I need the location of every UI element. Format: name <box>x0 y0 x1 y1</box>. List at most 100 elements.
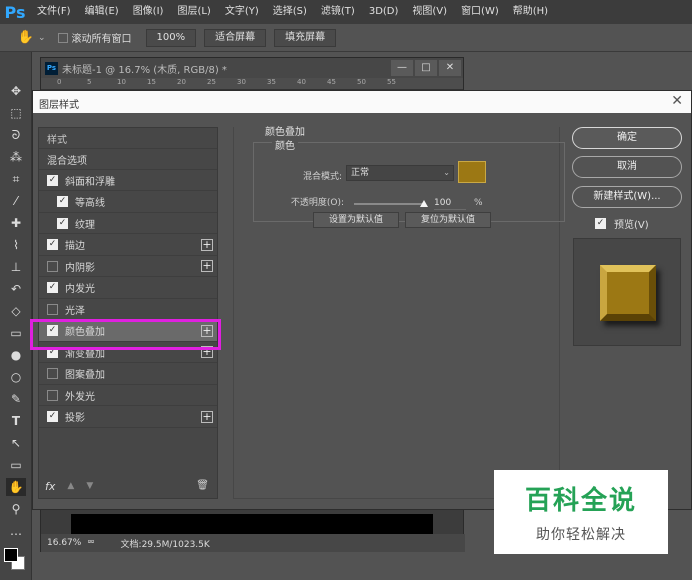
style-item[interactable]: ✓ 等高线 <box>39 192 217 213</box>
style-item[interactable]: ✓ 斜面和浮雕 <box>39 170 217 191</box>
style-item-checkbox[interactable]: ✓ <box>47 411 58 422</box>
menu-item[interactable]: 图层(L) <box>170 0 217 24</box>
menu-item[interactable]: 文件(F) <box>30 0 78 24</box>
scroll-all-windows-checkbox[interactable] <box>57 32 68 43</box>
preview-check-box[interactable]: ✓ <box>595 218 606 229</box>
move-down-icon[interactable]: ▼ <box>86 481 93 491</box>
set-default-button[interactable]: 设置为默认值 <box>313 212 399 228</box>
color-overlay-settings: 颜色叠加 颜色 混合模式: 正常 ⌄ 不透明度(O): 100 % 设置为默认值… <box>243 127 565 499</box>
opacity-unit: % <box>474 198 483 208</box>
healing-brush-tool-icon[interactable]: ✚ <box>6 214 26 232</box>
layer-style-dialog: 图层样式 ✕ 样式 混合选项 ✓ 斜面和浮雕 ✓ 等高线 ✓ 纹理 ✓ 描边 + 内阴影 + ✓ 内发光… <box>32 90 692 510</box>
type-tool-icon[interactable]: T <box>6 412 26 430</box>
menu-item[interactable]: 滤镜(T) <box>314 0 362 24</box>
style-item-checkbox[interactable] <box>47 260 58 272</box>
hand-tool-icon[interactable]: ✋ <box>18 30 34 46</box>
style-item-checkbox[interactable] <box>47 368 58 379</box>
dodge-tool-icon[interactable]: ○ <box>6 368 26 386</box>
add-effect-icon[interactable]: + <box>201 410 213 423</box>
new-style-button[interactable]: 新建样式(W)... <box>572 186 682 208</box>
maximize-icon[interactable]: □ <box>415 60 437 76</box>
eyedropper-tool-icon[interactable]: ⁄ <box>6 192 26 210</box>
gradient-tool-icon[interactable]: ▭ <box>6 324 26 342</box>
shape-tool-icon[interactable]: ▭ <box>6 456 26 474</box>
zoom-tool-icon[interactable]: ⚲ <box>6 500 26 518</box>
style-item-label: 斜面和浮雕 <box>65 176 115 188</box>
blur-tool-icon[interactable]: ● <box>6 346 26 364</box>
dialog-title: 图层样式 <box>39 100 79 111</box>
style-item-checkbox[interactable]: ✓ <box>47 239 58 250</box>
crop-tool-icon[interactable]: ⌗ <box>6 170 26 188</box>
style-item[interactable]: 图案叠加 <box>39 364 217 385</box>
preview-label: 预览(V) <box>614 220 649 231</box>
add-effect-icon[interactable]: + <box>201 238 213 251</box>
status-doc-size: 文档:29.5M/1023.5K <box>120 539 210 550</box>
style-item-checkbox[interactable]: ✓ <box>47 282 58 293</box>
lasso-tool-icon[interactable]: ᘐ <box>6 126 26 144</box>
ok-button[interactable]: 确定 <box>572 127 682 149</box>
horizontal-ruler: 0 5 10 15 20 25 30 35 40 45 50 55 <box>41 78 463 90</box>
hand-tool-panel-icon[interactable]: ✋ <box>6 478 26 496</box>
brush-tool-icon[interactable]: ⌇ <box>6 236 26 254</box>
menu-item[interactable]: 选择(S) <box>266 0 314 24</box>
style-item[interactable]: ✓ 纹理 <box>39 213 217 234</box>
style-item[interactable]: ✓ 内发光 <box>39 278 217 299</box>
clone-stamp-tool-icon[interactable]: ⊥ <box>6 258 26 276</box>
menu-item[interactable]: 视图(V) <box>405 0 454 24</box>
style-item[interactable]: 外发光 <box>39 385 217 406</box>
export-icon[interactable]: ⮹ <box>87 538 94 548</box>
blend-options-item[interactable]: 混合选项 <box>39 149 217 170</box>
move-up-icon[interactable]: ▲ <box>67 481 74 491</box>
eraser-tool-icon[interactable]: ◇ <box>6 302 26 320</box>
overlay-color-swatch[interactable] <box>458 161 486 183</box>
foreground-color-swatch[interactable] <box>4 548 18 562</box>
fill-screen-button[interactable]: 填充屏幕 <box>274 28 337 47</box>
minimize-icon[interactable]: — <box>391 60 413 76</box>
blend-mode-select[interactable]: 正常 ⌄ <box>346 165 454 181</box>
fx-icon[interactable]: fx <box>45 480 55 493</box>
path-selection-tool-icon[interactable]: ↖ <box>6 434 26 452</box>
zoom-100-button[interactable]: 100% <box>145 28 197 47</box>
style-item-checkbox[interactable] <box>47 303 58 315</box>
style-item[interactable]: 光泽 <box>39 299 217 320</box>
cancel-button[interactable]: 取消 <box>572 156 682 178</box>
menu-item[interactable]: 编辑(E) <box>78 0 126 24</box>
style-list: 样式 混合选项 ✓ 斜面和浮雕 ✓ 等高线 ✓ 纹理 ✓ 描边 + 内阴影 + ✓ 内发光 光泽 ✓ 颜色叠加… <box>38 127 218 499</box>
pen-tool-icon[interactable]: ✎ <box>6 390 26 408</box>
more-tools-icon[interactable]: … <box>6 522 26 540</box>
opacity-slider[interactable] <box>354 203 424 205</box>
menu-item[interactable]: 帮助(H) <box>506 0 555 24</box>
magic-wand-tool-icon[interactable]: ⁂ <box>6 148 26 166</box>
dialog-close-icon[interactable]: ✕ <box>671 93 683 109</box>
trash-icon[interactable]: 🗑 <box>196 480 209 491</box>
style-item[interactable]: ✓ 投影 + <box>39 407 217 428</box>
ruler-tick: 10 <box>117 78 126 86</box>
settings-title: 颜色叠加 <box>265 127 305 138</box>
move-tool-icon[interactable]: ✥ <box>6 82 26 100</box>
style-item-checkbox[interactable]: ✓ <box>57 217 68 229</box>
close-icon[interactable]: ✕ <box>439 60 461 76</box>
document-canvas[interactable] <box>71 514 433 536</box>
style-item-checkbox[interactable]: ✓ <box>57 196 68 207</box>
style-item[interactable]: 内阴影 + <box>39 256 217 277</box>
add-effect-icon[interactable]: + <box>201 260 213 272</box>
marquee-tool-icon[interactable]: ⬚ <box>6 104 26 122</box>
ruler-tick: 30 <box>237 78 246 86</box>
opacity-input[interactable]: 100 <box>434 197 466 210</box>
fit-screen-button[interactable]: 适合屏幕 <box>204 28 267 47</box>
menu-item[interactable]: 窗口(W) <box>454 0 506 24</box>
style-item[interactable]: ✓ 描边 + <box>39 235 217 256</box>
style-item-label: 投影 <box>65 413 85 424</box>
preview-checkbox[interactable]: ✓ 预览(V) <box>595 216 649 231</box>
style-item-label: 外发光 <box>65 391 95 403</box>
menu-item[interactable]: 3D(D) <box>362 0 406 24</box>
status-zoom[interactable]: 16.67% <box>47 538 81 548</box>
reset-default-button[interactable]: 复位为默认值 <box>405 212 491 228</box>
style-item-checkbox[interactable] <box>47 389 58 401</box>
history-brush-tool-icon[interactable]: ↶ <box>6 280 26 298</box>
chevron-down-icon[interactable]: ⌄ <box>38 33 46 43</box>
style-item-checkbox[interactable]: ✓ <box>47 174 58 186</box>
opacity-slider-thumb[interactable] <box>420 200 428 207</box>
menu-item[interactable]: 图像(I) <box>126 0 171 24</box>
menu-item[interactable]: 文字(Y) <box>218 0 266 24</box>
